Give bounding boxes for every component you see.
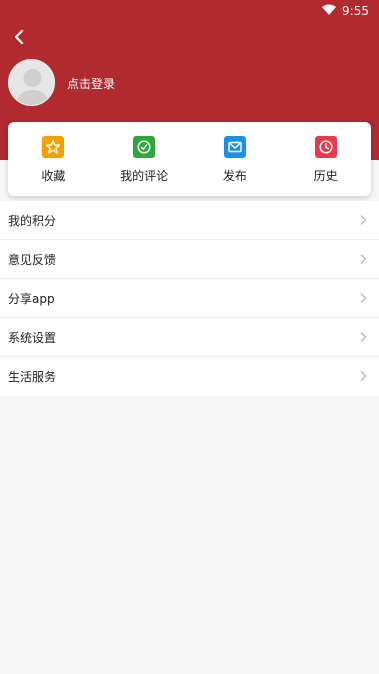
- comment-icon: [133, 136, 156, 158]
- shortcut-publish[interactable]: 发布: [190, 122, 281, 196]
- back-button[interactable]: [8, 28, 30, 50]
- mail-icon: [223, 136, 246, 158]
- shortcut-label: 收藏: [41, 169, 66, 183]
- shortcut-my-comments[interactable]: 我的评论: [99, 122, 190, 196]
- chevron-left-icon: [13, 29, 25, 49]
- star-icon: [42, 136, 65, 158]
- shortcut-history[interactable]: 历史: [280, 122, 371, 196]
- chevron-right-icon: [359, 328, 367, 347]
- shortcut-label: 我的评论: [120, 169, 169, 183]
- status-bar: 9:55: [322, 0, 369, 22]
- shortcut-favorites[interactable]: 收藏: [8, 122, 99, 196]
- menu-item-label: 生活服务: [8, 370, 57, 384]
- menu-item-share-app[interactable]: 分享app: [0, 279, 379, 318]
- menu-item-life-services[interactable]: 生活服务: [0, 357, 379, 396]
- clock-time: 9:55: [342, 4, 369, 18]
- login-link[interactable]: 点击登录: [67, 75, 115, 92]
- chevron-right-icon: [359, 250, 367, 269]
- menu-item-label: 意见反馈: [8, 252, 57, 267]
- chevron-right-icon: [359, 367, 367, 386]
- settings-menu: 我的积分 意见反馈 分享app 系统设置 生活服务: [0, 201, 379, 396]
- chevron-right-icon: [359, 211, 367, 230]
- avatar[interactable]: [8, 59, 55, 106]
- wifi-icon: [322, 4, 337, 18]
- menu-item-feedback[interactable]: 意见反馈: [0, 240, 379, 279]
- menu-item-label: 分享app: [8, 291, 55, 306]
- menu-item-system-settings[interactable]: 系统设置: [0, 318, 379, 357]
- menu-item-points[interactable]: 我的积分: [0, 201, 379, 240]
- menu-item-label: 系统设置: [8, 330, 57, 345]
- clock-icon: [314, 136, 337, 158]
- menu-item-label: 我的积分: [8, 213, 57, 228]
- shortcut-label: 发布: [222, 169, 247, 183]
- shortcut-label: 历史: [313, 169, 338, 183]
- shortcut-card: 收藏 我的评论 发布 历史: [8, 122, 371, 196]
- chevron-right-icon: [359, 289, 367, 308]
